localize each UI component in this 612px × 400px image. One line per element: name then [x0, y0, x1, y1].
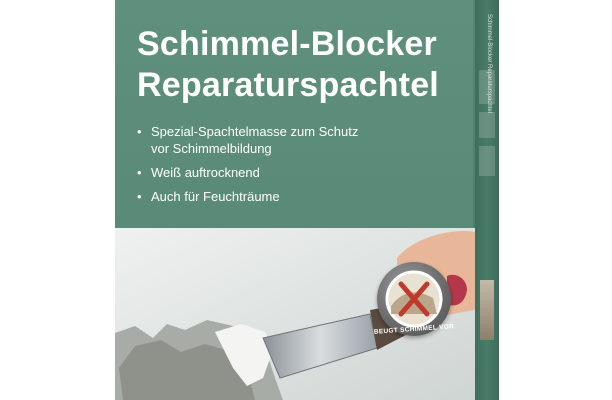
product-title: Schimmel-Blocker Reparaturspachtel [137, 24, 439, 106]
feature-item: Auch für Feuchträume [135, 188, 358, 205]
feature-text: vor Schimmelbildung [151, 141, 272, 156]
box-side-panel: Schimmel-Blocker Reparaturspachtel [475, 0, 499, 400]
product-box: Schimmel-Blocker Reparaturspachtel Spezi… [115, 0, 499, 400]
product-title-line-2: Reparaturspachtel [137, 66, 439, 104]
feature-list: Spezial-Spachtelmasse zum Schutz vor Sch… [135, 123, 358, 212]
side-panel-image [480, 280, 494, 340]
side-panel-block [479, 70, 495, 104]
product-title-line-1: Schimmel-Blocker [137, 25, 437, 63]
feature-text: Spezial-Spachtelmasse zum Schutz [151, 124, 359, 139]
side-panel-block [479, 112, 495, 138]
box-front-panel: Schimmel-Blocker Reparaturspachtel Spezi… [115, 0, 475, 400]
feature-item: Spezial-Spachtelmasse zum Schutz vor Sch… [135, 123, 358, 157]
feature-item: Weiß auftrocknend [135, 164, 358, 181]
side-panel-block [479, 146, 495, 176]
feature-text: Auch für Feuchträume [151, 189, 280, 204]
feature-text: Weiß auftrocknend [151, 165, 260, 180]
